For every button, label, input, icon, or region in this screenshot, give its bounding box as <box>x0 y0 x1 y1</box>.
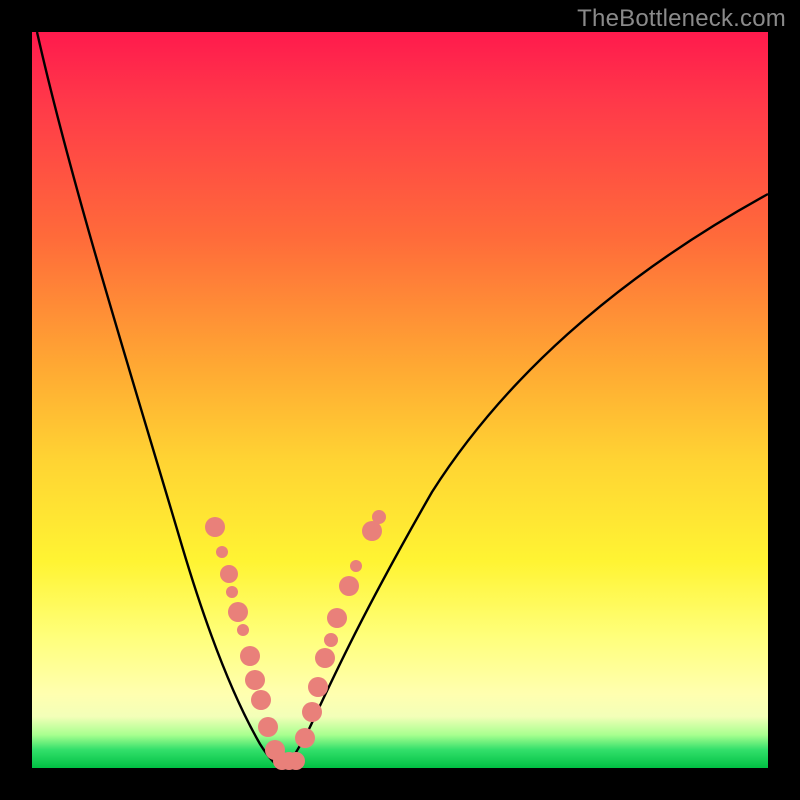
marker-dot <box>295 728 315 748</box>
marker-dot <box>327 608 347 628</box>
marker-dot <box>287 752 305 770</box>
marker-dot <box>251 690 271 710</box>
chart-svg <box>32 32 768 768</box>
watermark-text: TheBottleneck.com <box>577 5 786 33</box>
marker-dot <box>228 602 248 622</box>
marker-dot <box>245 670 265 690</box>
marker-dot <box>216 546 228 558</box>
marker-dot <box>350 560 362 572</box>
curve-right <box>282 194 768 768</box>
marker-dot <box>324 633 338 647</box>
data-markers <box>205 510 386 770</box>
marker-dot <box>237 624 249 636</box>
marker-dot <box>302 702 322 722</box>
marker-dot <box>315 648 335 668</box>
marker-dot <box>240 646 260 666</box>
marker-dot <box>308 677 328 697</box>
marker-dot <box>372 510 386 524</box>
marker-dot <box>258 717 278 737</box>
marker-dot <box>339 576 359 596</box>
marker-dot <box>220 565 238 583</box>
curve-right-path <box>282 194 768 768</box>
marker-dot <box>226 586 238 598</box>
marker-dot <box>205 517 225 537</box>
chart-frame: TheBottleneck.com <box>0 0 800 800</box>
